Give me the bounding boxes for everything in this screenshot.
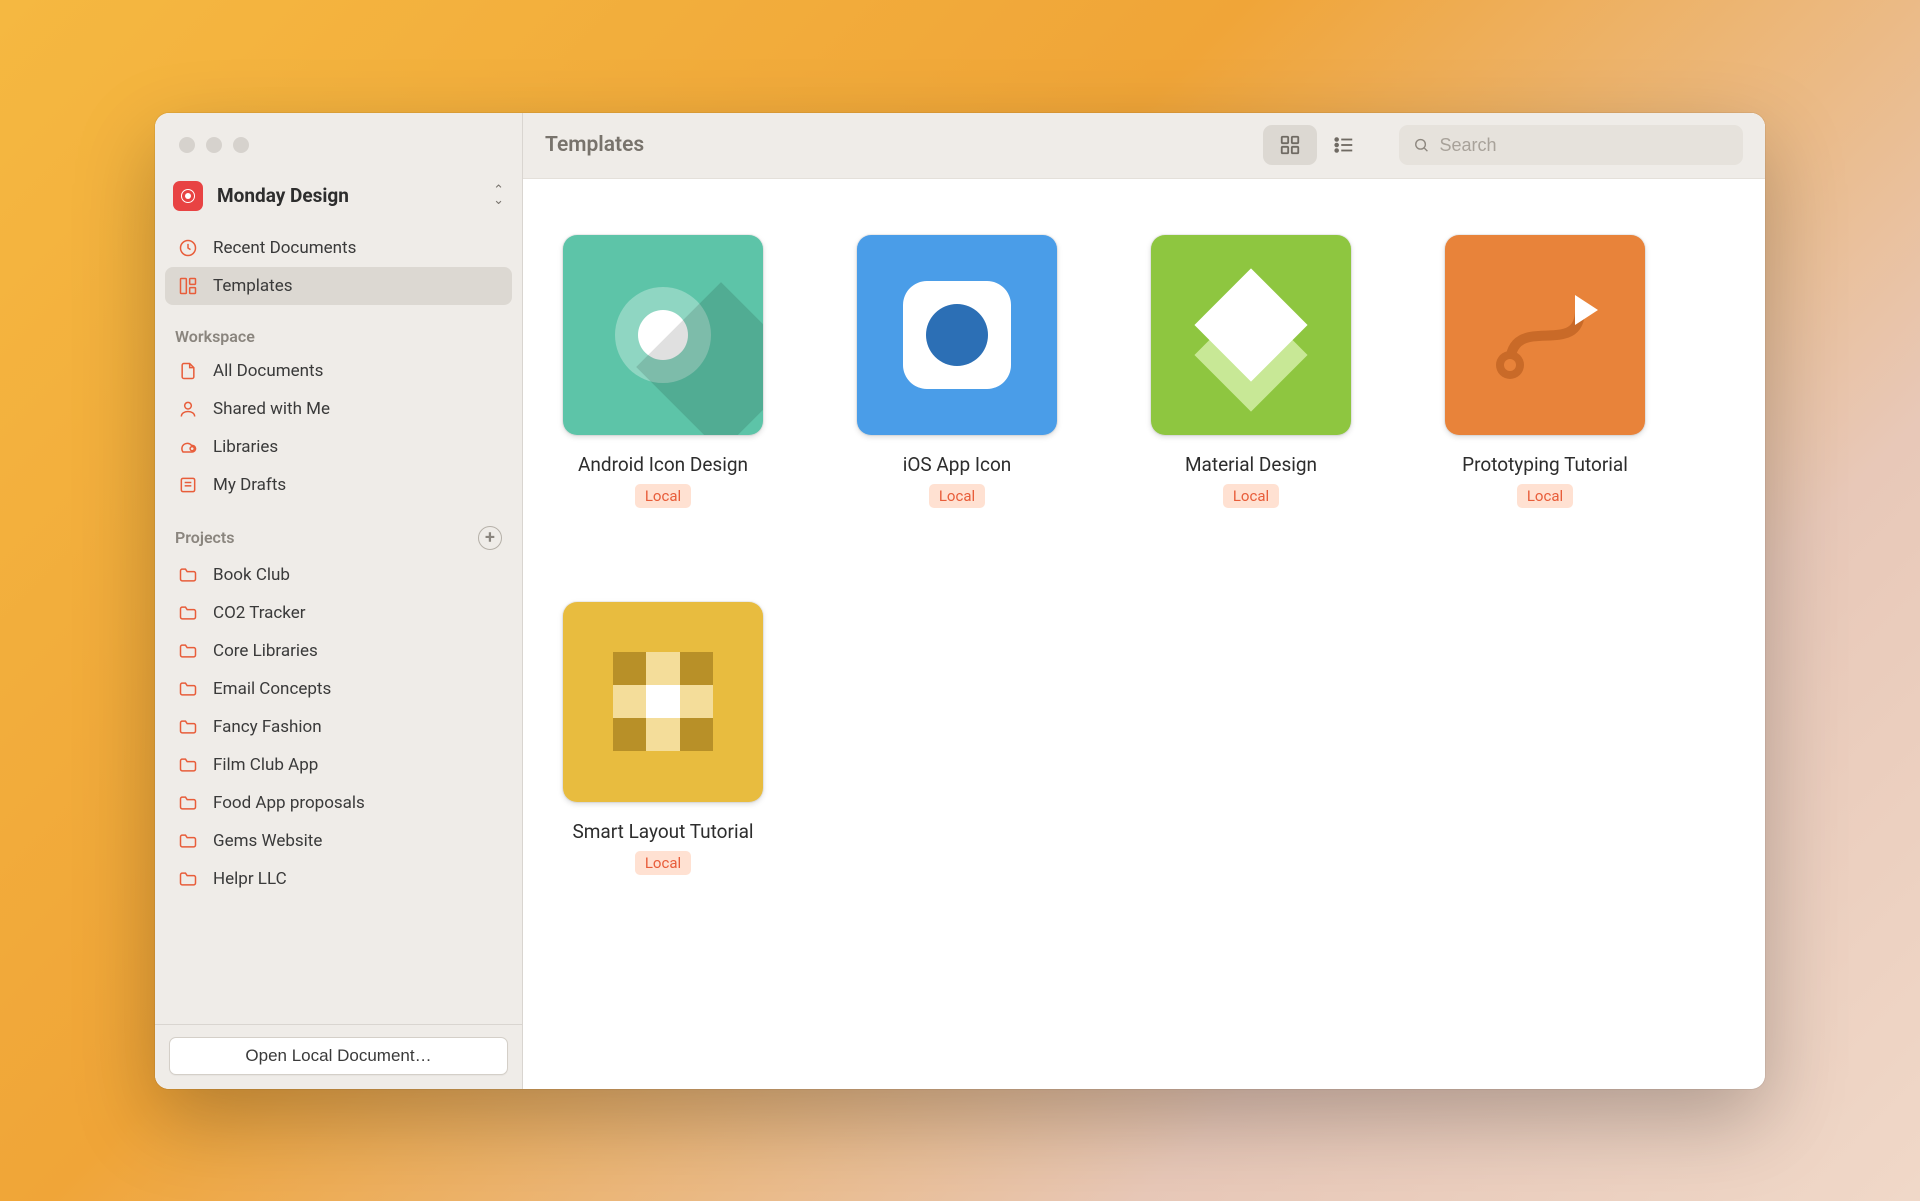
sidebar-item-film-club-app[interactable]: Film Club App [165, 746, 512, 784]
template-title: Android Icon Design [578, 453, 748, 476]
close-window-button[interactable] [179, 137, 195, 153]
sidebar-item-food-app-proposals[interactable]: Food App proposals [165, 784, 512, 822]
folder-icon [177, 754, 199, 776]
sidebar-scroll: Recent Documents Templates Workspace All… [155, 221, 522, 1024]
section-projects: Projects + Book Club CO2 Tracker Core Lib… [155, 504, 522, 898]
search-input[interactable] [1439, 135, 1729, 156]
app-window: Monday Design ⌃⌄ Recent Documents Templa… [155, 113, 1765, 1089]
template-badge: Local [1517, 484, 1573, 508]
section-header: Workspace [165, 313, 512, 352]
sidebar-item-co2-tracker[interactable]: CO2 Tracker [165, 594, 512, 632]
template-card-material-design[interactable]: Material Design Local [1151, 235, 1351, 508]
search-field[interactable] [1399, 125, 1743, 165]
person-icon [177, 398, 199, 420]
sidebar-item-helpr-llc[interactable]: Helpr LLC [165, 860, 512, 898]
section-workspace: Workspace All Documents Shared with Me L… [155, 305, 522, 504]
sidebar-item-label: CO2 Tracker [213, 603, 306, 623]
clock-icon [177, 237, 199, 259]
nav-top: Recent Documents Templates [155, 221, 522, 305]
template-grid: Android Icon Design Local iOS App Icon L… [563, 235, 1725, 875]
grid-icon [1279, 134, 1301, 156]
sidebar-item-core-libraries[interactable]: Core Libraries [165, 632, 512, 670]
sidebar-item-libraries[interactable]: Libraries [165, 428, 512, 466]
folder-icon [177, 602, 199, 624]
sidebar-item-label: Book Club [213, 565, 290, 585]
sidebar-item-gems-website[interactable]: Gems Website [165, 822, 512, 860]
folder-icon [177, 868, 199, 890]
template-title: Smart Layout Tutorial [572, 820, 753, 843]
sidebar-item-label: Libraries [213, 437, 278, 457]
section-title: Projects [175, 528, 235, 547]
sidebar-item-label: Film Club App [213, 755, 318, 775]
folder-icon [177, 716, 199, 738]
cloud-icon [177, 436, 199, 458]
template-badge: Local [929, 484, 985, 508]
add-project-button[interactable]: + [478, 526, 502, 550]
folder-icon [177, 792, 199, 814]
chevron-up-down-icon: ⌃⌄ [493, 186, 504, 204]
sidebar-item-label: Gems Website [213, 831, 322, 851]
template-card-prototyping-tutorial[interactable]: Prototyping Tutorial Local [1445, 235, 1645, 508]
folder-icon [177, 564, 199, 586]
nav-sections: Workspace All Documents Shared with Me L… [155, 305, 522, 898]
workspace-switcher[interactable]: Monday Design ⌃⌄ [155, 153, 522, 221]
section-title: Workspace [175, 327, 255, 346]
window-controls [155, 113, 522, 153]
template-badge: Local [1223, 484, 1279, 508]
grid-view-button[interactable] [1263, 125, 1317, 165]
sidebar-item-fancy-fashion[interactable]: Fancy Fashion [165, 708, 512, 746]
template-badge: Local [635, 484, 691, 508]
toolbar: Templates [523, 113, 1765, 179]
sidebar-item-label: Fancy Fashion [213, 717, 322, 737]
template-card-ios-app-icon[interactable]: iOS App Icon Local [857, 235, 1057, 508]
sidebar-item-label: My Drafts [213, 475, 286, 495]
list-view-button[interactable] [1317, 125, 1371, 165]
sidebar-item-label: Email Concepts [213, 679, 331, 699]
sidebar: Monday Design ⌃⌄ Recent Documents Templa… [155, 113, 523, 1089]
view-toggle [1263, 125, 1371, 165]
folder-icon [177, 640, 199, 662]
sidebar-footer: Open Local Document… [155, 1024, 522, 1089]
template-title: iOS App Icon [903, 453, 1012, 476]
sidebar-item-book-club[interactable]: Book Club [165, 556, 512, 594]
sidebar-item-email-concepts[interactable]: Email Concepts [165, 670, 512, 708]
template-badge: Local [635, 851, 691, 875]
minimize-window-button[interactable] [206, 137, 222, 153]
sidebar-item-all-documents[interactable]: All Documents [165, 352, 512, 390]
sidebar-item-label: Helpr LLC [213, 869, 287, 889]
sidebar-item-label: Shared with Me [213, 399, 330, 419]
sidebar-item-label: All Documents [213, 361, 323, 381]
template-title: Material Design [1185, 453, 1317, 476]
open-local-document-button[interactable]: Open Local Document… [169, 1037, 508, 1075]
template-card-smart-layout-tutorial[interactable]: Smart Layout Tutorial Local [563, 602, 763, 875]
doc-icon [177, 360, 199, 382]
workspace-icon [173, 181, 203, 211]
sidebar-item-templates[interactable]: Templates [165, 267, 512, 305]
sidebar-item-my-drafts[interactable]: My Drafts [165, 466, 512, 504]
sidebar-item-recent-documents[interactable]: Recent Documents [165, 229, 512, 267]
folder-icon [177, 678, 199, 700]
template-title: Prototyping Tutorial [1462, 453, 1628, 476]
template-card-android-icon-design[interactable]: Android Icon Design Local [563, 235, 763, 508]
sidebar-item-shared-with-me[interactable]: Shared with Me [165, 390, 512, 428]
page-title: Templates [545, 133, 1263, 157]
section-header: Projects + [165, 512, 512, 556]
search-icon [1413, 136, 1429, 154]
draft-icon [177, 474, 199, 496]
zoom-window-button[interactable] [233, 137, 249, 153]
content-area: Android Icon Design Local iOS App Icon L… [523, 179, 1765, 1089]
sidebar-item-label: Food App proposals [213, 793, 365, 813]
sidebar-item-label: Templates [213, 276, 293, 296]
main-panel: Templates Android Icon Design Local iOS … [523, 113, 1765, 1089]
folder-icon [177, 830, 199, 852]
sidebar-item-label: Core Libraries [213, 641, 318, 661]
sidebar-item-label: Recent Documents [213, 238, 356, 258]
list-icon [1333, 134, 1355, 156]
workspace-name: Monday Design [217, 184, 493, 207]
templates-icon [177, 275, 199, 297]
